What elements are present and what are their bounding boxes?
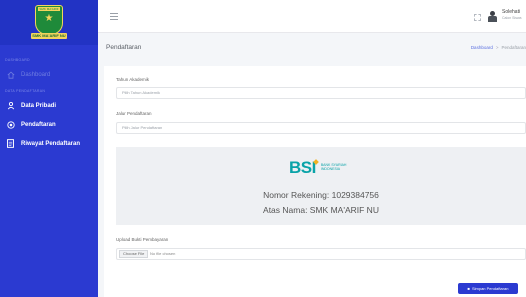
sidebar-item-pendaftaran[interactable]: Pendaftaran xyxy=(0,115,98,134)
sidebar-item-label: Data Pribadi xyxy=(21,102,57,109)
document-icon xyxy=(6,139,15,148)
logo-area[interactable]: SMK MA'ARIF NU ★ SMK MA'ARIF NU xyxy=(0,0,98,45)
nav-section-data-pendaftaran: Data Pendaftaran xyxy=(5,89,46,93)
bank-info-panel: BSI Bank Syariah Indonesia Nomor Rekening… xyxy=(116,147,526,225)
sidebar-item-riwayat-pendaftaran[interactable]: Riwayat Pendaftaran xyxy=(0,134,98,153)
sidebar: SMK MA'ARIF NU ★ SMK MA'ARIF NU Dashboar… xyxy=(0,0,98,297)
breadcrumb-separator: > xyxy=(495,45,499,50)
user-icon xyxy=(6,101,15,110)
user-name[interactable]: Solehati xyxy=(502,9,520,15)
page-header: Pendaftaran Dashboard > Pendaftaran xyxy=(98,34,526,62)
breadcrumb-dashboard[interactable]: Dashboard xyxy=(471,45,493,50)
home-icon xyxy=(6,70,15,79)
save-button-label: Simpan Pendaftaran xyxy=(471,286,509,291)
tahun-akademik-label: Tahun Akademik xyxy=(116,77,150,82)
bsi-logo: BSI Bank Syariah Indonesia xyxy=(289,158,347,177)
sidebar-item-label: Dashboard xyxy=(21,71,51,78)
sidebar-item-dashboard[interactable]: Dashboard xyxy=(0,65,98,84)
save-registration-button[interactable]: ■ Simpan Pendaftaran xyxy=(458,283,518,294)
choose-file-button[interactable]: Choose File xyxy=(119,250,149,258)
hamburger-menu-icon[interactable] xyxy=(110,13,118,20)
save-icon: ■ xyxy=(467,286,470,291)
star-icon: ★ xyxy=(44,12,54,24)
bsi-bank-name: Bank Syariah Indonesia xyxy=(320,163,347,171)
sidebar-item-data-pribadi[interactable]: Data Pribadi xyxy=(0,96,98,115)
sidebar-item-label: Riwayat Pendaftaran xyxy=(21,140,81,147)
target-icon xyxy=(6,120,15,129)
school-logo: SMK MA'ARIF NU ★ SMK MA'ARIF NU xyxy=(29,4,69,41)
sidebar-item-label: Pendaftaran xyxy=(21,121,56,128)
registration-card: Tahun Akademik Pilih Tahun Akademik Jalu… xyxy=(104,66,526,297)
logo-text: SMK MA'ARIF NU xyxy=(38,6,60,11)
upload-file-input[interactable]: Choose File No file chosen xyxy=(116,248,526,260)
user-role: Calon Siswa xyxy=(502,16,522,20)
jalur-pendaftaran-select[interactable]: Pilih Jalur Pendaftaran xyxy=(116,122,526,134)
breadcrumb: Dashboard > Pendaftaran xyxy=(471,45,526,50)
jalur-pendaftaran-label: Jalur Pendaftaran xyxy=(116,111,152,116)
nav-section-dashboard: Dashboard xyxy=(5,58,30,62)
breadcrumb-current: Pendaftaran xyxy=(501,45,526,50)
no-file-text: No file chosen xyxy=(150,251,176,256)
account-holder: Atas Nama: SMK MA'ARIF NU xyxy=(263,205,379,215)
bsi-logo-text: BSI xyxy=(289,158,316,177)
account-number: Nomor Rekening: 1029384756 xyxy=(263,190,379,200)
upload-label: Upload Bukti Pembayaran xyxy=(116,237,169,242)
logo-ribbon: SMK MA'ARIF NU xyxy=(31,32,67,39)
avatar[interactable] xyxy=(488,9,497,23)
page-title: Pendaftaran xyxy=(106,44,142,51)
tahun-akademik-select[interactable]: Pilih Tahun Akademik xyxy=(116,87,526,99)
fullscreen-icon[interactable] xyxy=(474,14,481,21)
topbar: Solehati Calon Siswa xyxy=(98,0,526,33)
